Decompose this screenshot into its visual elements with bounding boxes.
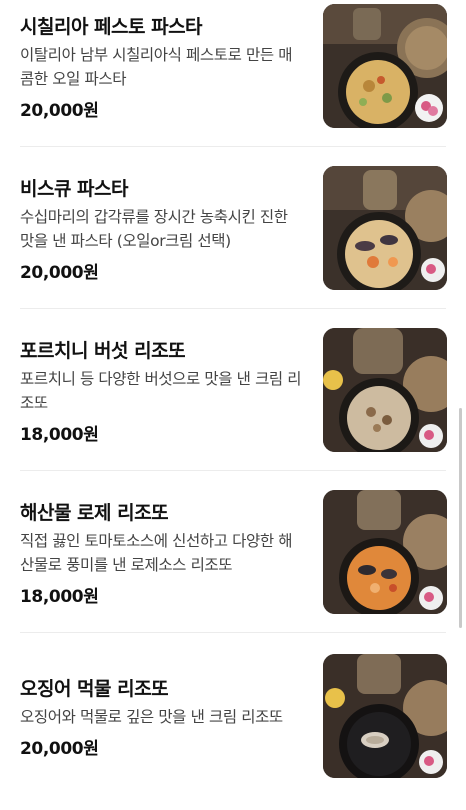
menu-item-photo xyxy=(323,490,447,614)
menu-item-description: 수십마리의 갑각류를 장시간 농축시킨 진한 맛을 낸 파스타 (오일or크림 … xyxy=(20,208,288,250)
menu-item-seafood-rose-risotto[interactable]: 해산물 로제 리조또 직접 끓인 토마토소스에 신선하고 다양한 해산물로 풍미… xyxy=(0,486,466,648)
menu-item-squid-ink-risotto[interactable]: 오징어 먹물 리조또 오징어와 먹물로 깊은 맛을 낸 크림 리조또 20,00… xyxy=(0,648,466,810)
divider xyxy=(20,470,446,471)
menu-item-description: 포르치니 등 다양한 버섯으로 맛을 낸 크림 리조또 xyxy=(20,370,302,412)
menu-item-price: 18,000원 xyxy=(20,425,99,445)
menu-item-price: 20,000원 xyxy=(20,263,99,283)
menu-item-photo xyxy=(323,166,447,290)
menu-item-price: 20,000원 xyxy=(20,739,99,759)
menu-item-photo xyxy=(323,654,447,778)
menu-item-price: 18,000원 xyxy=(20,587,99,607)
menu-item-description: 이탈리아 남부 시칠리아식 페스토로 만든 매콤한 오일 파스타 xyxy=(20,46,293,88)
menu-item-name: 비스큐 파스타 xyxy=(20,178,129,200)
menu-item-sicilian-pesto-pasta[interactable]: 시칠리아 페스토 파스타 이탈리아 남부 시칠리아식 페스토로 만든 매콤한 오… xyxy=(0,0,466,162)
divider xyxy=(20,146,446,147)
menu-item-bisque-pasta[interactable]: 비스큐 파스타 수십마리의 갑각류를 장시간 농축시킨 진한 맛을 낸 파스타 … xyxy=(0,162,466,324)
menu-item-name: 시칠리아 페스토 파스타 xyxy=(20,16,203,38)
menu-item-price: 20,000원 xyxy=(20,101,99,121)
menu-item-description: 오징어와 먹물로 깊은 맛을 낸 크림 리조또 xyxy=(20,708,283,726)
menu-item-porcini-risotto[interactable]: 포르치니 버섯 리조또 포르치니 등 다양한 버섯으로 맛을 낸 크림 리조또 … xyxy=(0,324,466,486)
divider xyxy=(20,308,446,309)
divider xyxy=(20,632,446,633)
scrollbar[interactable] xyxy=(459,408,462,628)
menu-item-name: 해산물 로제 리조또 xyxy=(20,502,169,524)
menu-item-name: 오징어 먹물 리조또 xyxy=(20,678,169,700)
menu-item-photo xyxy=(323,328,447,452)
menu-item-description: 직접 끓인 토마토소스에 신선하고 다양한 해산물로 풍미를 낸 로제소스 리조… xyxy=(20,532,293,574)
menu-item-photo xyxy=(323,4,447,128)
menu-item-name: 포르치니 버섯 리조또 xyxy=(20,340,186,362)
